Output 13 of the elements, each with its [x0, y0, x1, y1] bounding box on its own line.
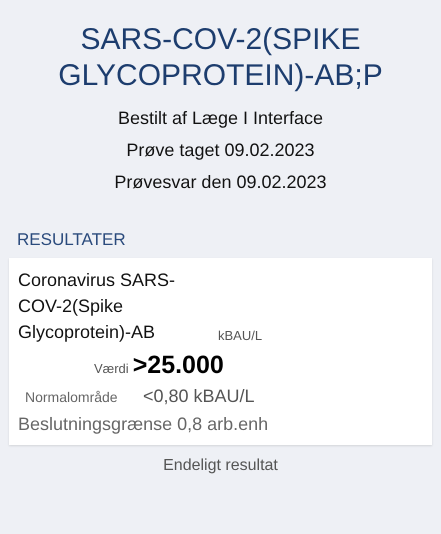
unit-label: kBAU/L — [218, 328, 262, 345]
result-status: Endeligt resultat — [162, 457, 279, 475]
value-label: Værdi — [94, 361, 129, 376]
order-detail: Prøve taget 09.02.2023 — [125, 139, 316, 162]
order-detail: Prøvesvar den 09.02.2023 — [113, 171, 328, 194]
test-title: SARS-COV-2(SPIKE GLYCOPROTEIN)-AB;P — [57, 22, 384, 94]
decision-limit-note: Beslutningsgrænse 0,8 arb.enh — [18, 414, 270, 435]
order-detail: Bestilt af Læge I Interface — [116, 107, 324, 130]
analysis-name: Coronavirus SARS-COV-2(Spike Glycoprotein)-AB — [18, 269, 176, 344]
section-heading: RESULTATER — [17, 230, 127, 250]
result-value: >25.000 — [132, 351, 224, 380]
range-label: Normalområde — [25, 388, 119, 407]
reference-range: <0,80 kBAU/L — [143, 386, 255, 408]
